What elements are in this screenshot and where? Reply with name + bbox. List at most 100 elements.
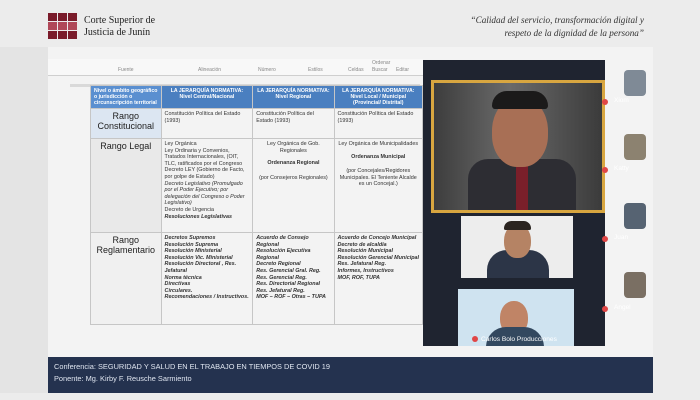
mic-muted-icon [602, 167, 608, 173]
list-item: Resoluciones Legislativas [164, 213, 232, 220]
table-cell[interactable]: Ley Orgánica de Gob. Regionales Ordenanz… [252, 138, 335, 233]
table-cell[interactable]: Constitución Política del Estado (1993) [160, 108, 254, 139]
participant-hair [504, 221, 531, 230]
ribbon-label[interactable]: Número [258, 67, 276, 73]
table-cell[interactable]: Decretos Supremos Resolución Suprema Res… [160, 232, 254, 325]
mic-muted-icon [602, 99, 608, 105]
avatar [624, 70, 646, 96]
org-name-line2: Justicia de Junín [84, 27, 151, 38]
list-item: Recomendaciones / Instructivos. [164, 294, 249, 301]
list-item: Decretos Supremos [164, 235, 216, 241]
participant-item[interactable]: Juan [602, 200, 646, 280]
norm-hierarchy-table: Nivel o ámbito geográfico o jurisdicción… [90, 85, 424, 325]
participant-name: Katty [614, 165, 629, 172]
row-label: Rango Legal [90, 138, 162, 233]
list-item: Res. Gerencial Gral. Reg. [256, 267, 321, 274]
list-item: Ordenanza Regional [267, 160, 320, 167]
list-item: Decreto de alcaldía [337, 241, 387, 248]
row-label: Rango Reglamentario [90, 232, 162, 325]
header-cell: LA JERARQUÍA NORMATIVA: Nivel Central/Na… [160, 85, 254, 109]
conference-caption: Conferencia: SEGURIDAD Y SALUD EN EL TRA… [48, 357, 653, 393]
spreadsheet-ribbon: Fuente Alineación Número Estilos Celdas … [48, 59, 423, 76]
participant-name: Xiom [614, 97, 629, 104]
top-banner: Corte Superior de Justicia de Junín “Cal… [0, 0, 700, 47]
table-cell[interactable]: Acuerdo de Consejo Regional Resolución E… [252, 232, 335, 325]
mic-muted-icon [472, 336, 478, 343]
list-item: Ordenanza Municipal [351, 153, 406, 160]
participant-name-label: Carlos Bolo Producciones [472, 336, 557, 343]
ribbon-label[interactable]: Buscar [372, 67, 388, 73]
list-item: Res. Directorial Regional [256, 281, 321, 288]
table-row: Rango Constitucional Constitución Políti… [90, 108, 424, 139]
list-item: Acuerdo de Concejo Municipal [337, 235, 417, 241]
list-item: Decreto Regional [256, 261, 301, 268]
list-item: Directivas [164, 281, 191, 288]
avatar [624, 134, 646, 160]
ribbon-label[interactable]: Editar [396, 67, 409, 73]
participant-video-tile[interactable]: Carlos Bolo Producciones [458, 289, 574, 346]
table-cell[interactable]: Constitución Política del Estado (1993) [333, 108, 424, 139]
list-item: Ley Orgánica de Municipalidades [338, 141, 419, 147]
list-item: Informes, Instructivos [337, 267, 394, 274]
list-item: (por Concejales/Regidores Municipales. E… [339, 168, 417, 188]
list-item: Resolución Municipal [337, 248, 393, 255]
active-speaker-tile[interactable] [431, 80, 605, 213]
table-cell[interactable]: Ley Orgánica de Municipalidades Ordenanz… [333, 138, 424, 233]
participant-video-tile[interactable] [461, 216, 573, 278]
org-name-line1: Corte Superior de [84, 15, 156, 26]
motto-line1: “Calidad del servicio, transformación di… [470, 15, 644, 25]
video-frame: Corte Superior de Justicia de Junín “Cal… [0, 0, 700, 400]
frame-border [0, 393, 700, 400]
list-item: Ley Orgánica de Gob. Regionales [267, 141, 320, 154]
participant-name: Angel [614, 304, 631, 311]
participant-name: Juan [614, 234, 629, 241]
list-item: MOF – ROF – Otras – TUPA [256, 294, 326, 301]
ribbon-label[interactable]: Estilos [308, 67, 323, 73]
table-cell[interactable]: Ley Orgánica Ley Ordinaria y Convenios, … [160, 138, 254, 233]
header-cell: Nivel o ámbito geográfico o jurisdicción… [90, 85, 162, 109]
ribbon-label[interactable]: Celdas [348, 67, 364, 73]
list-item: Res. Jefatural Reg. [337, 261, 387, 268]
list-item: Res. Gerencial Reg. [256, 274, 307, 281]
list-item: MOF, ROF, TUPA [337, 274, 380, 281]
list-item: Decreto LEY (Gobierno de Facto, por golp… [164, 167, 245, 180]
header-cell: LA JERARQUÍA NORMATIVA: Nivel Local / Mu… [333, 85, 424, 109]
table-cell[interactable]: Acuerdo de Concejo Municipal Decreto de … [333, 232, 424, 325]
list-item: Ley Orgánica [164, 141, 197, 147]
header-cell: LA JERARQUÍA NORMATIVA: Nivel Regional [252, 85, 335, 109]
list-item: Resolución Ejecutiva Regional [256, 248, 311, 261]
list-item: Resolución Directoral , Res. Jefatural [164, 261, 237, 274]
list-item: Resolución Vic. Ministerial [164, 254, 233, 261]
ribbon-label[interactable]: Ordenar [372, 60, 390, 66]
table-row: Rango Reglamentario Decretos Supremos Re… [90, 232, 424, 325]
speaker-name: Ponente: Mg. Kirby F. Reusche Sarmiento [54, 374, 192, 383]
court-logo-icon [48, 13, 78, 39]
mic-muted-icon [602, 236, 608, 242]
speaker-tie [516, 161, 528, 210]
table-cell[interactable]: Constitución Política del Estado (1993) [252, 108, 335, 139]
conference-title: Conferencia: SEGURIDAD Y SALUD EN EL TRA… [54, 362, 331, 371]
list-item: Circulares. [164, 287, 193, 294]
list-item: Ley Ordinaria y Convenios, Tratados Inte… [164, 147, 243, 167]
avatar [624, 203, 646, 229]
list-item: Decreto de Urgencia [164, 206, 214, 213]
table-row: Rango Legal Ley Orgánica Ley Ordinaria y… [90, 138, 424, 233]
table-header-row: Nivel o ámbito geográfico o jurisdicción… [90, 85, 424, 109]
participant-item[interactable]: Angel [602, 270, 646, 350]
avatar [624, 272, 646, 298]
list-item: Resolución Ministerial [164, 248, 222, 255]
list-item: Decreto Legislativo (Promulgado por el P… [164, 180, 245, 207]
list-item: Resolución Gerencial Municipal [337, 254, 420, 261]
list-item: Acuerdo de Consejo Regional [256, 235, 309, 248]
mic-muted-icon [602, 306, 608, 312]
list-item: Resolución Suprema [164, 241, 219, 248]
ribbon-label[interactable]: Fuente [118, 67, 134, 73]
speaker-hair [492, 91, 548, 109]
list-item: Res. Jefatural Reg. [256, 287, 305, 294]
frame-border [653, 47, 700, 400]
participant-item[interactable]: Katty [602, 130, 646, 210]
list-item: (por Consejeros Regionales) [259, 174, 328, 181]
row-label: Rango Constitucional [90, 108, 162, 139]
ribbon-label[interactable]: Alineación [198, 67, 221, 73]
motto-line2: respeto de la dignidad de la persona” [504, 28, 644, 38]
